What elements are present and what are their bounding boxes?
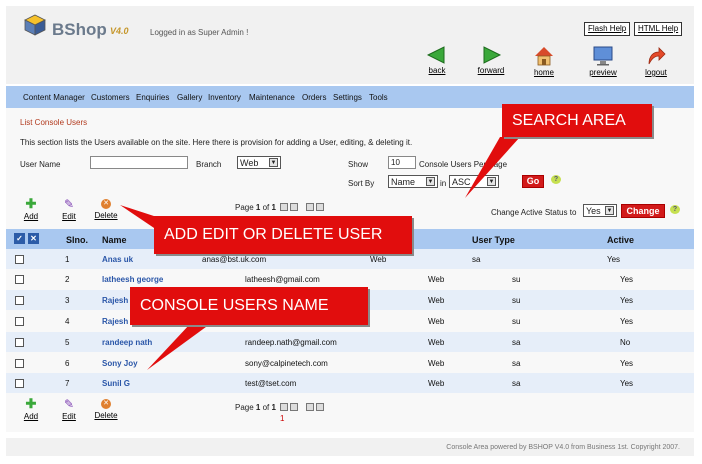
search-callout-pointer bbox=[465, 137, 520, 198]
search-area-callout: SEARCH AREA bbox=[502, 104, 652, 137]
footer: Console Area powered by BSHOP V4.0 from … bbox=[6, 438, 694, 456]
add-edit-delete-callout: ADD EDIT OR DELETE USER bbox=[154, 216, 412, 254]
copyright-text: Console Area powered by BSHOP V4.0 from … bbox=[446, 444, 680, 451]
names-callout-pointer bbox=[147, 324, 210, 370]
console-users-name-callout: CONSOLE USERS NAME bbox=[130, 287, 368, 325]
